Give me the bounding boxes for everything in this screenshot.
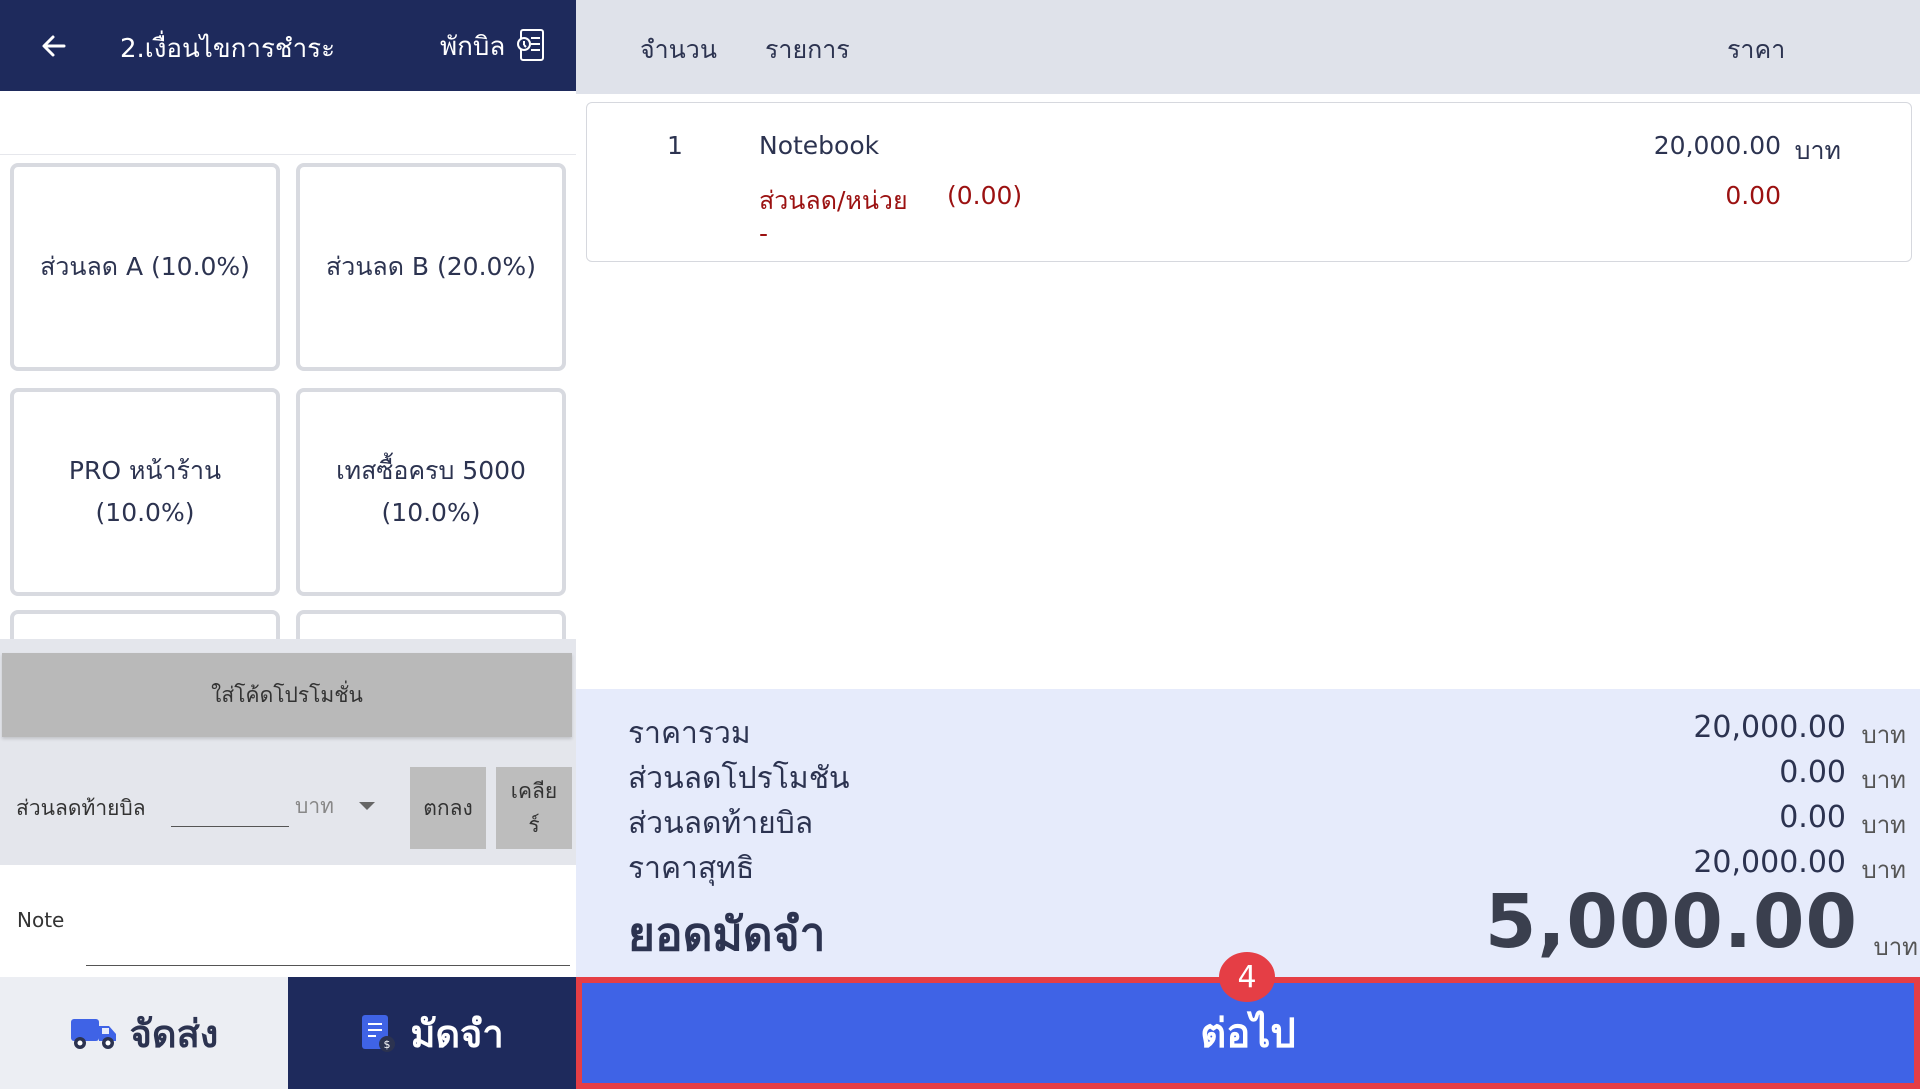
net-price-value: 20,000.00	[1693, 845, 1846, 880]
discount-unit-value: บาท	[295, 793, 334, 818]
deposit-value: 5,000.00	[1484, 879, 1858, 965]
note-label: Note	[17, 908, 65, 932]
net-price-label: ราคาสุทธิ	[628, 851, 755, 886]
deposit-unit: บาท	[1873, 933, 1918, 961]
total-label: ราคารวม	[628, 716, 751, 751]
promo-card[interactable]	[10, 610, 280, 639]
cart-item-unit: บาท	[1794, 136, 1841, 165]
order-summary: ราคารวม 20,000.00 บาท ส่วนลดโปรโมชัน 0.0…	[576, 689, 1920, 977]
left-panel: 2.เงื่อนไขการชำระ พักบิล ส่วนลด A (10.0%…	[0, 0, 576, 1089]
bill-discount-label: ส่วนลดท้ายบิล	[16, 796, 146, 820]
promo-card[interactable]: ส่วนลด A (10.0%)	[10, 163, 280, 371]
promo-card-label: เทสซื้อครบ 5000 (10.0%)	[336, 456, 526, 527]
top-bar: 2.เงื่อนไขการชำระ พักบิล	[0, 0, 576, 91]
tab-deposit-label: มัดจำ	[410, 1011, 504, 1056]
net-price-unit: บาท	[1861, 856, 1906, 884]
cart-list: 1 Notebook 20,000.00 บาท ส่วนลด/หน่วย (0…	[576, 94, 1920, 689]
truck-icon	[70, 1019, 116, 1049]
page-title: 2.เงื่อนไขการชำระ	[120, 34, 336, 64]
column-header-qty: จำนวน	[640, 35, 717, 64]
arrow-left-icon	[42, 35, 66, 57]
promo-card[interactable]: ส่วนลด B (20.0%)	[296, 163, 566, 371]
promo-card-label: ส่วนลด B (20.0%)	[326, 252, 536, 281]
hold-bill-button[interactable]: พักบิล	[440, 22, 547, 70]
search-strip	[0, 91, 576, 155]
bill-discount-input[interactable]	[171, 775, 289, 827]
promo-discount-value: 0.00	[1779, 755, 1846, 790]
next-button-label: ต่อไป	[1200, 1011, 1296, 1057]
receipt-icon	[517, 29, 545, 61]
discount-controls: ใส่โค้ดโปรโมชั่น ส่วนลดท้ายบิล บาท ตกลง …	[0, 639, 576, 865]
clear-discount-button[interactable]: เคลียร์	[496, 767, 572, 849]
enter-promo-code-button[interactable]: ใส่โค้ดโปรโมชั่น	[2, 653, 572, 737]
bill-discount-summary-value: 0.00	[1779, 800, 1846, 835]
tab-delivery[interactable]: จัดส่ง	[0, 977, 288, 1089]
invoice-icon: $	[362, 1015, 396, 1052]
cart-item-row[interactable]: 1 Notebook 20,000.00 บาท ส่วนลด/หน่วย (0…	[586, 102, 1912, 262]
promo-card[interactable]	[296, 610, 566, 639]
step-badge: 4	[1219, 952, 1275, 1002]
back-button[interactable]	[30, 26, 78, 66]
promo-card[interactable]: เทสซื้อครบ 5000 (10.0%)	[296, 388, 566, 596]
note-input[interactable]	[86, 918, 570, 966]
apply-discount-button[interactable]: ตกลง	[410, 767, 486, 849]
caret-down-icon	[359, 802, 375, 810]
tab-delivery-label: จัดส่ง	[129, 1011, 219, 1056]
column-header-item: รายการ	[765, 35, 850, 64]
promo-card-label: ส่วนลด A (10.0%)	[40, 252, 250, 281]
hold-bill-label: พักบิล	[440, 31, 506, 62]
promo-card-label: PRO หน้าร้าน (10.0%)	[68, 456, 222, 527]
promo-discount-label: ส่วนลดโปรโมชัน	[628, 761, 850, 796]
promo-card[interactable]: PRO หน้าร้าน (10.0%)	[10, 388, 280, 596]
right-panel: จำนวน รายการ ราคา 1 Notebook 20,000.00 บ…	[576, 0, 1920, 1089]
cart-item-discount-label: ส่วนลด/หน่วย	[759, 186, 908, 215]
cart-item-price: 20,000.00	[1653, 131, 1781, 160]
total-value: 20,000.00	[1693, 710, 1846, 745]
total-unit: บาท	[1861, 721, 1906, 749]
cart-item-note: -	[759, 219, 769, 248]
promo-discount-unit: บาท	[1861, 766, 1906, 794]
svg-text:$: $	[384, 1038, 391, 1051]
bill-discount-summary-unit: บาท	[1861, 811, 1906, 839]
cart-item-qty: 1	[667, 131, 683, 160]
cart-item-name: Notebook	[759, 131, 880, 160]
cart-item-discount-value: (0.00)	[947, 181, 1023, 210]
bill-discount-summary-label: ส่วนลดท้ายบิล	[628, 806, 814, 841]
discount-unit-select[interactable]: บาท	[295, 789, 385, 823]
promotion-grid: ส่วนลด A (10.0%) ส่วนลด B (20.0%) PRO หน…	[0, 155, 576, 639]
column-header-price: ราคา	[1727, 35, 1786, 64]
cart-header: จำนวน รายการ ราคา	[576, 0, 1920, 94]
deposit-label: ยอดมัดจำ	[628, 907, 826, 961]
cart-item-discount-amount: 0.00	[1725, 181, 1781, 210]
tab-deposit[interactable]: $ มัดจำ	[288, 977, 576, 1089]
